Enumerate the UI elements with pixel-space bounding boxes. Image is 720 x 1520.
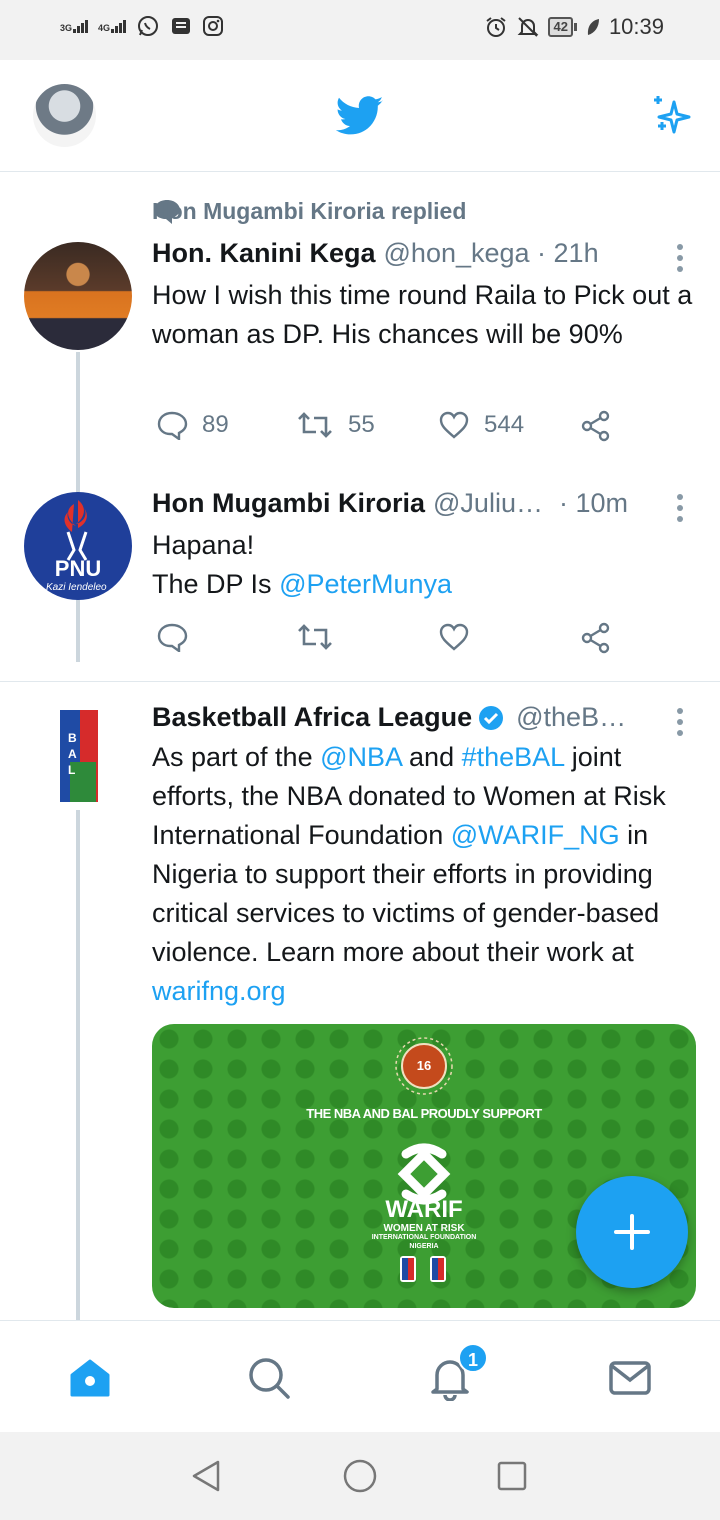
instagram-icon [202, 15, 224, 37]
heart-icon [439, 411, 469, 439]
sparkle-icon[interactable] [648, 94, 696, 145]
tweet-header: Basketball Africa League @theB… [152, 702, 626, 733]
tweet-header: Hon. Kanini Kega @hon_kega · 21h [152, 238, 599, 269]
author-name[interactable]: Basketball Africa League [152, 702, 472, 733]
messages-icon[interactable] [607, 1355, 653, 1401]
leaf-icon [585, 17, 601, 37]
verified-badge-icon [478, 705, 504, 731]
hashtag-link[interactable]: #theBAL [462, 742, 565, 772]
bottom-navigation: 1 [0, 1320, 720, 1432]
more-options-icon[interactable] [676, 494, 684, 527]
system-navigation-bar [0, 1432, 720, 1520]
more-options-icon[interactable] [676, 244, 684, 277]
search-icon[interactable] [246, 1355, 292, 1401]
share-button[interactable] [580, 410, 612, 442]
avatar-text: PNU [54, 556, 102, 581]
home-circle-icon[interactable] [342, 1458, 378, 1499]
avatar[interactable] [24, 242, 132, 350]
status-bar: 3G 4G 42 10:39 [0, 0, 720, 60]
back-icon[interactable] [188, 1458, 224, 1499]
media-caption: THE NBA AND BAL PROUDLY SUPPORT [306, 1106, 542, 1121]
whatsapp-icon [136, 14, 160, 38]
svg-text:B: B [68, 731, 77, 745]
url-link[interactable]: warifng.org [152, 976, 286, 1006]
mention-link[interactable]: @NBA [320, 742, 401, 772]
retweet-button[interactable] [296, 622, 334, 652]
avatar-tagline: Kazi Iendeleo [46, 582, 107, 593]
tweet-text-segment: As part of the [152, 742, 321, 772]
reply-icon [157, 623, 188, 652]
reply-button[interactable]: 89 [156, 410, 229, 440]
retweet-count: 55 [348, 411, 375, 438]
retweet-icon [298, 412, 332, 438]
avatar[interactable]: PNU Kazi Iendeleo [24, 492, 132, 600]
like-button[interactable]: 544 [438, 410, 524, 440]
notification-count-badge: 1 [458, 1343, 488, 1373]
reply-count: 89 [202, 411, 229, 438]
retweet-button[interactable]: 55 [296, 410, 375, 440]
top-app-bar [0, 60, 720, 172]
author-handle[interactable]: @Juliu… [433, 488, 543, 519]
svg-text:A: A [68, 747, 77, 761]
like-button[interactable] [438, 622, 470, 652]
author-name[interactable]: Hon Mugambi Kiroria [152, 488, 425, 519]
tweet-time: · 10m [558, 488, 628, 518]
tweet-text: Hapana! The DP Is @PeterMunya [152, 526, 697, 604]
compose-plus-icon [614, 1214, 650, 1250]
avatar[interactable]: B A L [24, 702, 132, 810]
recents-icon[interactable] [494, 1458, 530, 1499]
sim2-signal-icon: 4G [98, 19, 127, 33]
clock: 10:39 [608, 14, 664, 39]
compose-tweet-button[interactable] [576, 1176, 688, 1288]
sim1-signal-icon: 3G [60, 19, 89, 33]
twitter-bird-icon[interactable] [335, 96, 384, 141]
message-icon [170, 15, 192, 37]
tweet-header: Hon Mugambi Kiroria @Juliu… · 10m [152, 488, 628, 519]
tweet-text-segment: and [401, 742, 462, 772]
tweet-actions [152, 622, 622, 662]
share-icon [581, 622, 610, 654]
tweet-line: The DP Is @PeterMunya [152, 565, 697, 604]
more-options-icon[interactable] [676, 708, 684, 741]
battery-indicator: 42 [548, 17, 577, 37]
home-icon[interactable] [67, 1355, 113, 1401]
share-icon [581, 410, 610, 442]
author-handle[interactable]: @hon_kega · 21h [384, 238, 599, 269]
tweet-text: How I wish this time round Raila to Pick… [152, 280, 693, 349]
share-button[interactable] [580, 622, 612, 654]
reply-button[interactable] [156, 622, 188, 652]
profile-avatar[interactable] [33, 84, 96, 147]
author-name[interactable]: Hon. Kanini Kega [152, 238, 376, 269]
heart-icon [439, 623, 469, 651]
media-badge-text: 16 [416, 1058, 432, 1073]
author-handle[interactable]: @theB… [516, 702, 626, 733]
reply-icon [157, 411, 188, 440]
tweet-divider [0, 681, 720, 682]
mention-link[interactable]: @PeterMunya [279, 569, 452, 599]
thread-line [76, 810, 80, 1320]
home-timeline[interactable]: Hon Mugambi Kiroria replied Hon. Kanini … [0, 172, 720, 1320]
tweet-text-segment: The DP Is [152, 569, 280, 599]
tweet-text: As part of the @NBA and #theBAL joint ef… [152, 738, 697, 1011]
like-count: 544 [484, 411, 525, 438]
tweet-line: Hapana! [152, 530, 255, 560]
mention-link[interactable]: @WARIF_NG [451, 820, 620, 850]
mute-icon [516, 15, 540, 39]
retweet-icon [298, 624, 332, 650]
svg-text:L: L [68, 763, 75, 777]
alarm-icon [484, 15, 508, 39]
tweet-actions: 89 55 544 [152, 410, 622, 450]
